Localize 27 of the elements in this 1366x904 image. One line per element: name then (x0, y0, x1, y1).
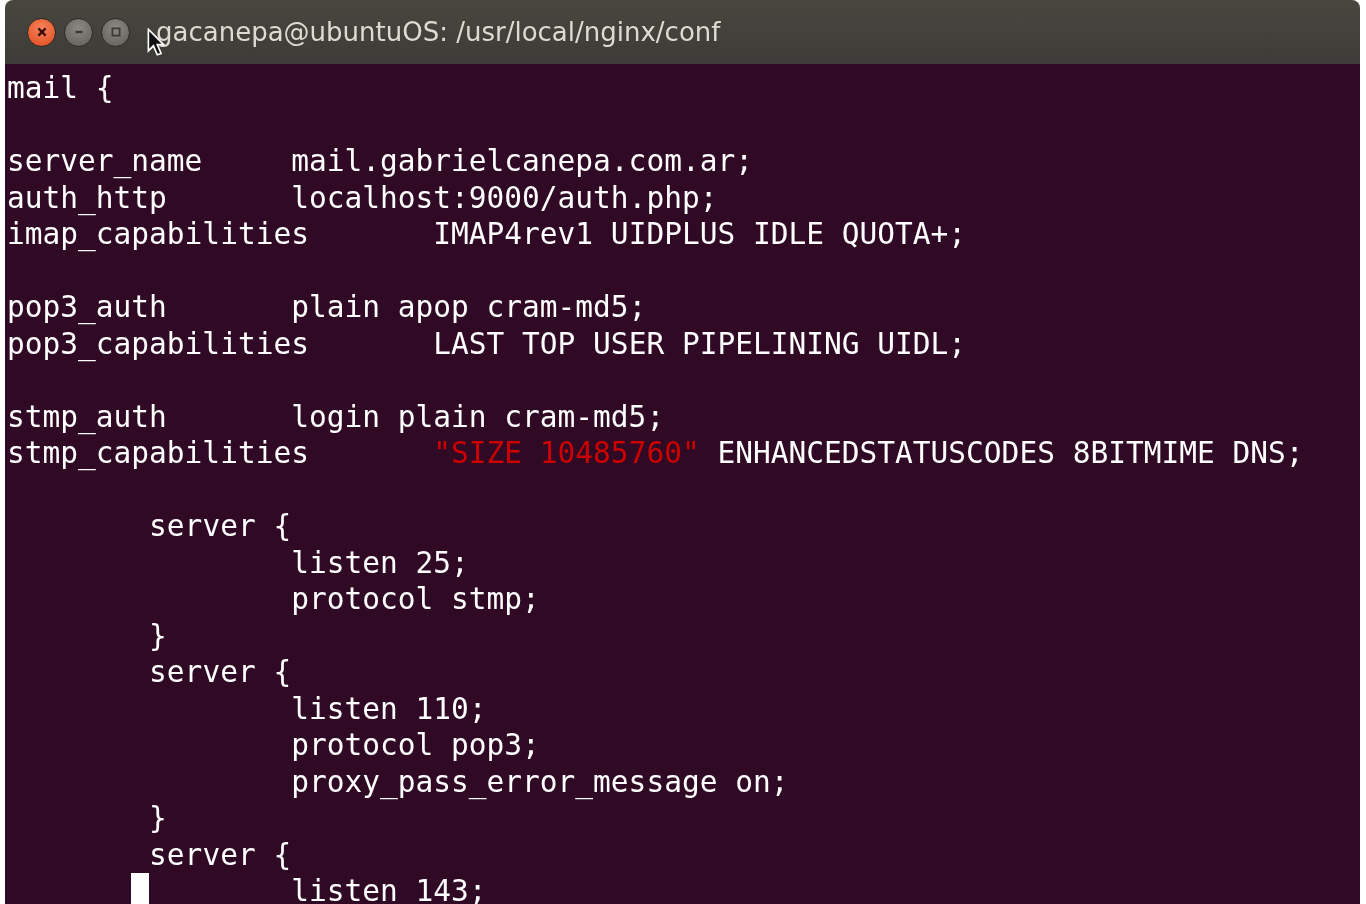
code-text: } (148, 801, 167, 835)
maximize-icon (109, 26, 122, 38)
maximize-button[interactable] (101, 17, 130, 47)
code-text: proxy_pass_error_message on; (290, 764, 789, 799)
string-literal: "SIZE 10485760" (433, 436, 700, 470)
text-cursor (131, 873, 150, 904)
close-button[interactable] (27, 17, 56, 47)
code-text: } (148, 618, 167, 653)
code-text: stmp_auth login plain cram-md5; (7, 399, 665, 434)
close-icon (35, 26, 48, 38)
code-text: listen 110; (290, 691, 487, 726)
code-text: listen 25; (290, 545, 469, 580)
code-text: ENHANCEDSTATUSCODES 8BITMIME DNS; (716, 436, 1304, 470)
code-text: server { (148, 655, 292, 689)
code-text: server_name mail.gabrielcanepa.com.ar; (7, 144, 753, 178)
code-text: auth_http localhost:9000/auth.php; (7, 180, 718, 215)
code-text: protocol stmp; (290, 582, 540, 616)
code-text: protocol pop3; (290, 728, 540, 762)
minimize-button[interactable] (64, 17, 93, 47)
code-text: pop3_auth plain apop cram-md5; (7, 290, 647, 324)
code-text: server { (148, 837, 292, 872)
code-text: pop3_capabilities LAST TOP USER PIPELINING UIDL; (7, 326, 967, 361)
code-text: imap_capabilities IMAP4rev1 UIDPLUS IDLE QUOTA+; (7, 217, 967, 251)
code-text: mail { (7, 71, 114, 105)
code-text: stmp_capabilities (7, 436, 310, 470)
window-title: gacanepa@ubuntuOS: /usr/local/nginx/conf (156, 17, 721, 47)
code-text: server { (148, 509, 292, 543)
